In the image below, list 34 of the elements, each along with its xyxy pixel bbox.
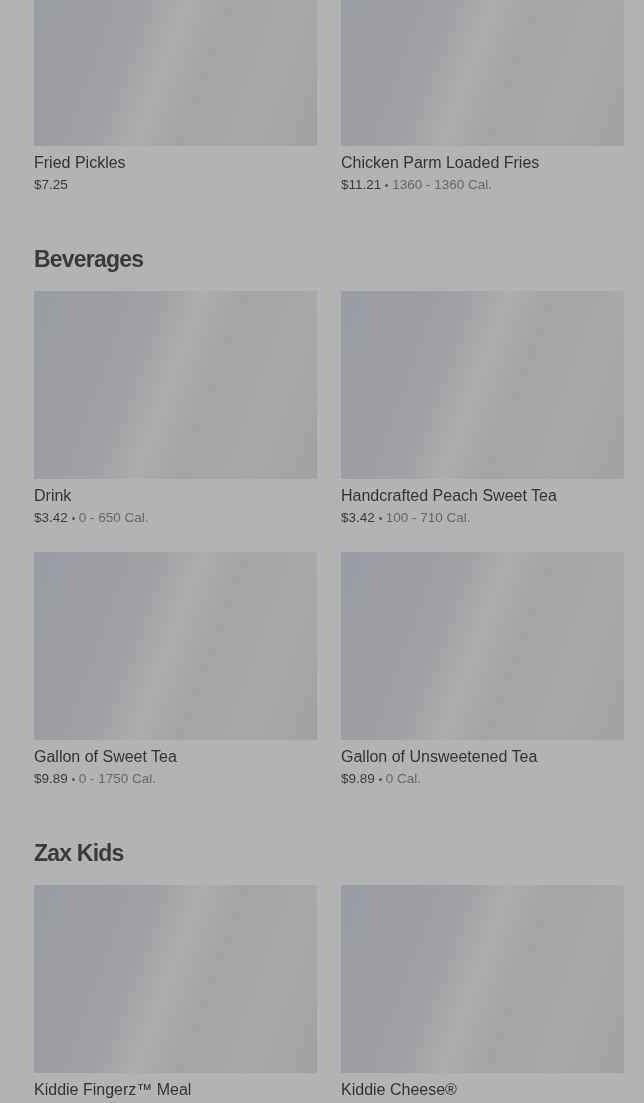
- item-name[interactable]: Chicken Parm Loaded Fries: [341, 153, 624, 173]
- separator-dot-icon: [71, 516, 75, 520]
- separator-dot-icon: [71, 777, 75, 781]
- image-placeholder[interactable]: [34, 552, 317, 740]
- image-placeholder[interactable]: [34, 0, 317, 146]
- separator-dot-icon: [385, 183, 389, 187]
- item-name[interactable]: Fried Pickles: [34, 153, 317, 173]
- item-name[interactable]: Gallon of Sweet Tea: [34, 747, 317, 767]
- item-price: $3.42: [341, 509, 375, 527]
- item-price: $11.21: [341, 176, 382, 194]
- item-price: $3.42: [34, 509, 68, 527]
- item-price: $7.25: [34, 176, 68, 194]
- image-placeholder[interactable]: [341, 885, 624, 1073]
- item-calories: 0 - 650 Cal.: [78, 509, 149, 527]
- item-calories: 1360 - 1360 Cal.: [392, 176, 493, 194]
- image-placeholder[interactable]: [34, 291, 317, 479]
- section-heading: Beverages: [34, 245, 145, 274]
- section-heading: Zax Kids: [34, 839, 125, 868]
- item-calories: 0 - 1750 Cal.: [78, 770, 157, 788]
- separator-dot-icon: [378, 516, 382, 520]
- item-calories: 100 - 710 Cal.: [385, 509, 471, 527]
- image-placeholder[interactable]: [341, 552, 624, 740]
- item-price: $9.89: [341, 770, 375, 788]
- item-name[interactable]: Drink: [34, 486, 317, 506]
- item-name[interactable]: Kiddie Cheese®: [341, 1080, 624, 1100]
- item-price: $9.89: [34, 770, 68, 788]
- image-placeholder[interactable]: [341, 291, 624, 479]
- image-placeholder[interactable]: [341, 0, 624, 146]
- item-name[interactable]: Kiddie Fingerz™ Meal: [34, 1080, 317, 1100]
- item-calories: 0 Cal.: [385, 770, 422, 788]
- separator-dot-icon: [378, 777, 382, 781]
- image-placeholder[interactable]: [34, 885, 317, 1073]
- item-name[interactable]: Handcrafted Peach Sweet Tea: [341, 486, 624, 506]
- item-name[interactable]: Gallon of Unsweetened Tea: [341, 747, 624, 767]
